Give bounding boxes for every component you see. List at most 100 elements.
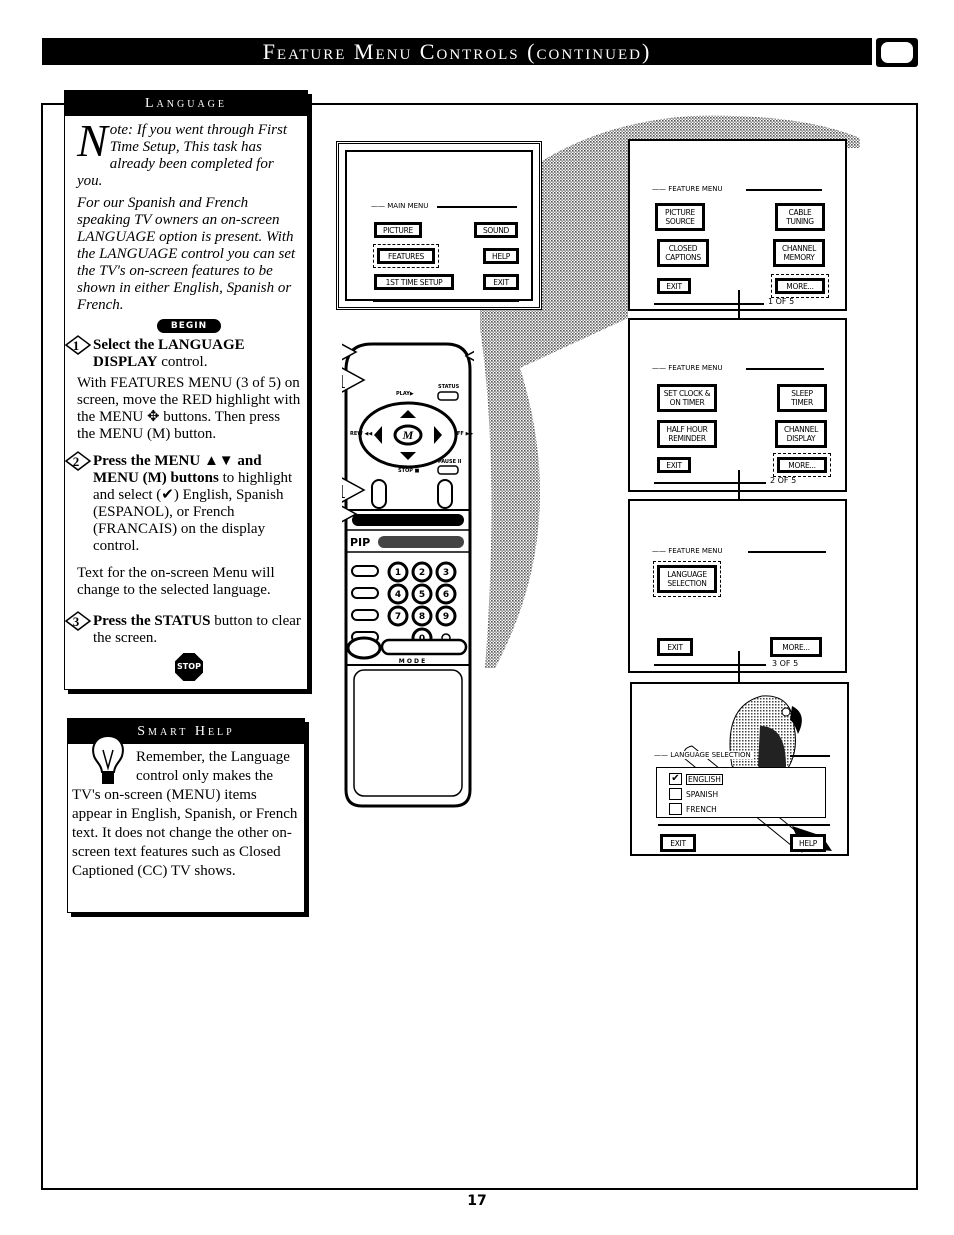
- menu-button-exit[interactable]: EXIT: [660, 834, 696, 852]
- main-menu-screen: MAIN MENU PICTURE SOUND FEATURES HELP 1S…: [336, 141, 542, 310]
- svg-text:1: 1: [73, 338, 80, 353]
- menu-button-half-hour-reminder[interactable]: HALF HOUR REMINDER: [657, 420, 717, 448]
- svg-text:1: 1: [342, 371, 346, 393]
- menu-button-channel-memory[interactable]: CHANNEL MEMORY: [773, 239, 825, 267]
- checkbox-checked-icon[interactable]: ✔: [669, 773, 682, 785]
- menu-rule: [746, 189, 822, 191]
- menu-rule: [654, 482, 766, 484]
- flow-arrow-icon: [734, 651, 744, 691]
- svg-text:3: 3: [73, 614, 80, 629]
- menu-button-help[interactable]: HELP: [483, 248, 519, 264]
- pip-label: PIP: [350, 536, 370, 549]
- menu-button-exit[interactable]: EXIT: [657, 278, 691, 294]
- svg-text:6: 6: [443, 590, 449, 600]
- language-options-box: ✔ ENGLISH SPANISH FRENCH: [656, 767, 826, 818]
- setup-note: Note: If you went through First Time Set…: [77, 115, 301, 314]
- play-label: PLAY▶: [396, 391, 414, 397]
- svg-text:7: 7: [395, 612, 401, 622]
- menu-button-more[interactable]: MORE...: [770, 637, 822, 657]
- menu-button-exit[interactable]: EXIT: [657, 457, 691, 473]
- svg-text:3: 3: [443, 568, 449, 578]
- menu-button-more[interactable]: MORE...: [773, 453, 831, 477]
- rew-label: REW ◀◀: [350, 431, 372, 437]
- menu-rule: [654, 664, 766, 666]
- svg-text:8: 8: [419, 612, 425, 622]
- page-title: Feature Menu Controls (continued): [42, 38, 872, 65]
- feature-menu-header: FEATURE MENU: [652, 185, 722, 193]
- checkbox-icon[interactable]: [669, 803, 682, 815]
- menu-rule: [373, 300, 519, 302]
- feature-menu-header: FEATURE MENU: [652, 364, 722, 372]
- step-1-title-suffix: control.: [157, 354, 208, 370]
- svg-text:9: 9: [443, 612, 449, 622]
- menu-button-sound[interactable]: SOUND: [474, 222, 518, 238]
- svg-text:1: 1: [395, 568, 401, 578]
- page-indicator: 3 OF 5: [772, 659, 799, 668]
- smart-help-panel: Smart Help Remember, the Language contro…: [67, 718, 305, 913]
- svg-text:2: 2: [73, 454, 80, 469]
- menu-m-key: M: [402, 428, 414, 442]
- note-text: ote: If you went through First Time Setu…: [77, 122, 288, 189]
- menu-rule: [748, 551, 826, 553]
- menu-button-channel-display[interactable]: CHANNEL DISPLAY: [775, 420, 827, 448]
- step-2: 2 Press the MENU ▲▼ and MENU (M) buttons…: [65, 451, 301, 599]
- begin-badge: BEGIN: [157, 319, 221, 333]
- ff-label: FF ▶▶: [457, 431, 473, 437]
- step-1: 1 Select the LANGUAGE DISPLAY control. W…: [65, 335, 301, 443]
- mode-label: M O D E: [399, 658, 425, 665]
- menu-button-help[interactable]: HELP: [790, 834, 826, 852]
- step-3: 3 Press the STATUS button to clear the s…: [65, 611, 301, 647]
- menu-button-closed-captions[interactable]: CLOSED CAPTIONS: [657, 239, 709, 267]
- language-option-french[interactable]: FRENCH: [669, 803, 717, 815]
- step-3-title: Press the STATUS: [93, 613, 211, 629]
- menu-rule: [746, 368, 824, 370]
- step-2-diamond-icon: 2: [65, 451, 91, 471]
- step-2-text: Text for the on-screen Menu will change …: [77, 565, 275, 598]
- menu-button-exit[interactable]: EXIT: [483, 274, 519, 290]
- menu-button-picture[interactable]: PICTURE: [374, 222, 422, 238]
- svg-text:5: 5: [419, 590, 425, 600]
- step-1-diamond-icon: 1: [65, 335, 91, 355]
- menu-button-picture-source[interactable]: PICTURE SOURCE: [655, 203, 705, 231]
- tv-screen-icon: [876, 38, 918, 67]
- checkbox-icon[interactable]: [669, 788, 682, 800]
- language-option-spanish[interactable]: SPANISH: [669, 788, 718, 800]
- menu-button-first-time-setup[interactable]: 1ST TIME SETUP: [374, 274, 454, 290]
- language-selection-header: LANGUAGE SELECTION: [654, 751, 753, 759]
- feature-menu-header: FEATURE MENU: [652, 547, 722, 555]
- language-option-label: FRENCH: [686, 804, 717, 814]
- menu-rule: [437, 206, 517, 208]
- menu-button-set-clock[interactable]: SET CLOCK & ON TIMER: [657, 384, 717, 412]
- menu-button-more[interactable]: MORE...: [771, 274, 829, 298]
- menu-button-exit[interactable]: EXIT: [657, 638, 693, 656]
- feature-menu-screen-2: FEATURE MENU SET CLOCK & ON TIMER SLEEP …: [628, 318, 847, 492]
- stop-label: STOP ■: [398, 468, 420, 474]
- page-indicator: 1 OF 5: [768, 297, 795, 306]
- menu-rule: [658, 824, 830, 826]
- menu-rule: [790, 755, 830, 757]
- svg-text:4: 4: [395, 590, 401, 600]
- language-option-english[interactable]: ✔ ENGLISH: [669, 773, 723, 785]
- page-indicator: 2 OF 5: [770, 476, 797, 485]
- step-1-text: With FEATURES MENU (3 of 5) on screen, m…: [77, 375, 301, 442]
- pause-label: PAUSE II: [438, 459, 462, 465]
- stop-sign-icon: STOP: [175, 653, 203, 681]
- svg-text:1: 1: [342, 481, 346, 503]
- note-paragraph: For our Spanish and French speaking TV o…: [77, 195, 296, 313]
- language-panel-heading: Language: [65, 91, 307, 116]
- menu-button-cable-tuning[interactable]: CABLE TUNING: [775, 203, 825, 231]
- page-number: 17: [467, 1193, 487, 1209]
- menu-button-sleep-timer[interactable]: SLEEP TIMER: [777, 384, 827, 412]
- feature-menu-screen-1: FEATURE MENU PICTURE SOURCE CABLE TUNING…: [628, 139, 847, 311]
- note-dropcap: N: [77, 115, 108, 166]
- language-option-label: ENGLISH: [686, 773, 723, 785]
- svg-text:2: 2: [419, 568, 425, 578]
- status-label: STATUS: [438, 384, 460, 390]
- menu-rule: [654, 303, 764, 305]
- menu-button-language-selection[interactable]: LANGUAGE SELECTION: [653, 561, 721, 597]
- main-menu-header: MAIN MENU: [371, 202, 428, 210]
- lightbulb-icon: [92, 734, 124, 784]
- language-instructions-panel: Language Note: If you went through First…: [64, 90, 308, 690]
- step-3-diamond-icon: 3: [65, 611, 91, 631]
- menu-button-features[interactable]: FEATURES: [373, 244, 439, 268]
